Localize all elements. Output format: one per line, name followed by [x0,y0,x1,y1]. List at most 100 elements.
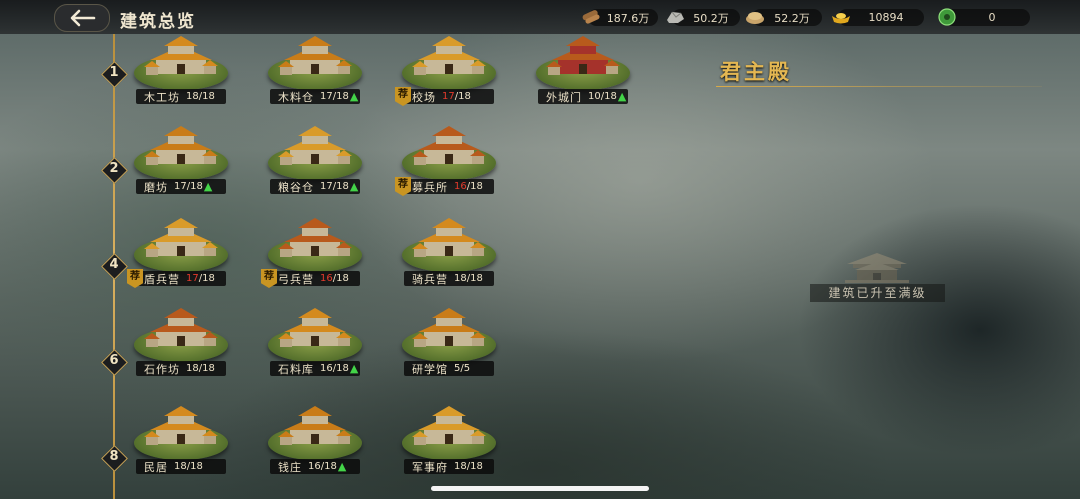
building-card[interactable]: 石料库 16/18 ▲ [266,308,366,384]
gold-ingot-icon [832,13,850,24]
building-card[interactable]: 弓兵营 16/18 荐 [261,218,366,294]
building-card[interactable]: 外城门 10/18 ▲ [534,36,634,112]
back-button[interactable] [54,4,110,32]
level-max: 18 [470,273,483,284]
building-name: 石料库 [278,362,314,376]
building-level: 17/18 [186,273,215,284]
level-max: 5 [463,363,471,374]
level-current: 17 [320,91,333,102]
building-card[interactable]: 盾兵营 17/18 荐 [127,218,232,294]
level-max: 18 [470,461,483,472]
upgrade-arrow-icon: ▲ [337,460,347,473]
building-label: 军事府 18/18 [404,459,494,474]
building-icon [278,406,352,445]
building-icon [412,218,486,257]
building-label: 外城门 10/18 ▲ [538,89,628,104]
building-card[interactable]: 木料仓 17/18 ▲ [266,36,366,112]
building-level: 17/18 [320,91,349,102]
resource-gold[interactable]: 10894 [832,9,924,26]
tier-marker: 2 [101,157,128,184]
building-label: 弓兵营 16/18 [270,271,360,286]
level-current: 17 [320,181,333,192]
level-current: 18 [454,273,467,284]
grain-icon [746,12,764,24]
level-current: 17 [442,91,455,102]
building-icon [412,126,486,165]
building-level: 18/18 [174,461,203,472]
level-current: 17 [186,273,199,284]
wood-icon [582,10,600,24]
building-card[interactable]: 研学馆 5/5 [400,308,500,384]
building-icon [144,36,218,75]
palace-icon [845,253,909,283]
building-label: 石作坊 18/18 [136,361,226,376]
level-current: 18 [186,363,199,374]
building-icon [546,36,620,75]
building-name: 钱庄 [278,460,302,474]
level-current: 18 [454,461,467,472]
back-arrow-icon [70,9,96,27]
building-level: 16/18 [320,273,349,284]
building-icon [278,36,352,75]
building-level: 5/5 [454,363,470,374]
building-name: 石作坊 [144,362,180,376]
page-title: 建筑总览 [120,12,196,32]
building-card[interactable]: 石作坊 18/18 [132,308,232,384]
building-card[interactable]: 粮谷仓 17/18 ▲ [266,126,366,202]
stone-icon [667,11,684,23]
building-card[interactable]: 木工坊 18/18 [132,36,232,112]
level-max: 18 [458,91,471,102]
home-indicator[interactable] [431,486,649,491]
upgrade-arrow-icon: ▲ [617,90,627,103]
building-card[interactable]: 军事府 18/18 [400,406,500,482]
building-level: 17/18 [174,181,203,192]
building-icon [278,308,352,347]
upgrade-arrow-icon: ▲ [349,90,359,103]
level-max: 18 [190,181,203,192]
max-level-status: 建筑已升至满级 [810,284,945,302]
resource-wood[interactable]: 187.6万 [582,9,658,26]
level-max: 18 [604,91,617,102]
building-name: 校场 [412,90,436,104]
level-current: 18 [174,461,187,472]
building-name: 军事府 [412,460,448,474]
building-icon [144,126,218,165]
building-card[interactable]: 磨坊 17/18 ▲ [132,126,232,202]
building-label: 骑兵营 18/18 [404,271,494,286]
resource-grain[interactable]: 52.2万 [746,9,822,26]
level-current: 16 [308,461,321,472]
building-name: 木工坊 [144,90,180,104]
building-label: 盾兵营 17/18 [136,271,226,286]
building-card[interactable]: 骑兵营 18/18 [400,218,500,294]
level-current: 18 [186,91,199,102]
upgrade-arrow-icon: ▲ [349,362,359,375]
top-bar: 建筑总览 187.6万 50.2万 52.2万 10894 0 [0,0,1080,34]
tier-marker: 4 [101,253,128,280]
building-card[interactable]: 校场 17/18 荐 [395,36,500,112]
upgrade-arrow-icon: ▲ [203,180,213,193]
level-max: 18 [336,363,349,374]
building-level: 10/18 [588,91,617,102]
level-current: 16 [454,181,467,192]
building-name: 外城门 [546,90,582,104]
building-label: 校场 17/18 [404,89,494,104]
building-label: 木料仓 17/18 ▲ [270,89,360,104]
building-card[interactable]: 钱庄 16/18 ▲ [266,406,366,482]
building-level: 16/18 [320,363,349,374]
level-current: 16 [320,363,333,374]
building-icon [144,218,218,257]
building-name: 研学馆 [412,362,448,376]
building-card[interactable]: 民居 18/18 [132,406,232,482]
building-label: 研学馆 5/5 [404,361,494,376]
title-divider [716,86,1042,87]
level-current: 16 [320,273,333,284]
resource-stone[interactable]: 50.2万 [667,9,740,26]
building-icon [144,406,218,445]
resource-jade[interactable]: 0 [938,8,1030,26]
building-level: 18/18 [454,273,483,284]
building-card[interactable]: 募兵所 16/18 荐 [395,126,500,202]
building-label: 粮谷仓 17/18 ▲ [270,179,360,194]
building-name: 骑兵营 [412,272,448,286]
building-name: 盾兵营 [144,272,180,286]
tier-marker: 6 [101,349,128,376]
